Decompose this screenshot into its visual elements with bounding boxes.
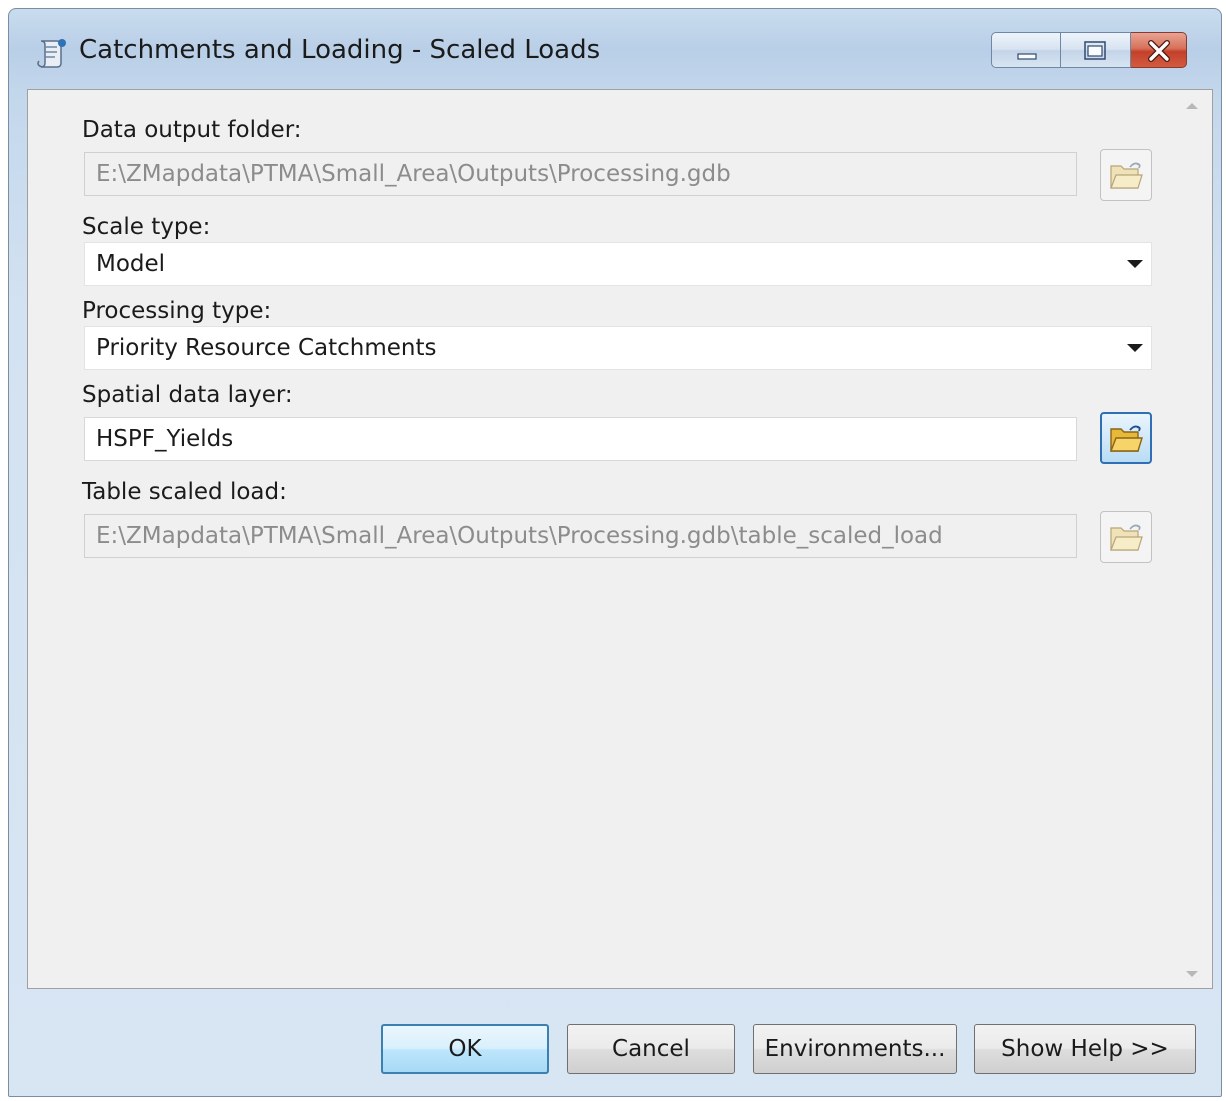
data-output-folder-browse-button: [1100, 149, 1152, 201]
minimize-icon: [1017, 53, 1037, 60]
table-scaled-load-field: E:\ZMapdata\PTMA\Small_Area\Outputs\Proc…: [84, 514, 1077, 558]
cancel-button[interactable]: Cancel: [567, 1024, 735, 1074]
spatial-data-layer-field[interactable]: HSPF_Yields: [84, 417, 1077, 461]
processing-type-dropdown[interactable]: Priority Resource Catchments: [84, 326, 1152, 370]
spatial-data-layer-browse-button[interactable]: [1100, 412, 1152, 464]
scale-type-label: Scale type:: [82, 214, 211, 240]
maximize-button[interactable]: [1061, 32, 1131, 68]
scale-type-value: Model: [96, 251, 166, 277]
open-folder-icon: [1109, 425, 1143, 452]
minimize-button[interactable]: [991, 32, 1061, 68]
ok-button[interactable]: OK: [381, 1024, 549, 1074]
chevron-down-icon[interactable]: [1127, 344, 1143, 352]
window-title: Catchments and Loading - Scaled Loads: [79, 35, 601, 65]
data-output-folder-label: Data output folder:: [82, 117, 302, 143]
close-icon: [1148, 40, 1170, 62]
table-scaled-load-label: Table scaled load:: [82, 479, 287, 505]
spatial-data-layer-label: Spatial data layer:: [82, 382, 293, 408]
caption-buttons: [991, 32, 1187, 70]
maximize-icon: [1084, 41, 1106, 60]
close-button[interactable]: [1131, 32, 1187, 68]
show-help-button[interactable]: Show Help >>: [974, 1024, 1196, 1074]
processing-type-value: Priority Resource Catchments: [96, 335, 437, 361]
table-scaled-load-browse-button: [1100, 511, 1152, 563]
data-output-folder-field: E:\ZMapdata\PTMA\Small_Area\Outputs\Proc…: [84, 152, 1077, 196]
scale-type-dropdown[interactable]: Model: [84, 242, 1152, 286]
open-folder-icon: [1110, 162, 1143, 189]
scroll-down-arrow-icon[interactable]: [1185, 969, 1199, 979]
toolbox-script-icon: [35, 37, 69, 69]
chevron-down-icon[interactable]: [1127, 260, 1143, 268]
open-folder-icon: [1110, 524, 1143, 551]
processing-type-label: Processing type:: [82, 298, 272, 324]
title-bar[interactable]: Catchments and Loading - Scaled Loads: [9, 9, 1221, 89]
environments-button[interactable]: Environments...: [753, 1024, 957, 1074]
dialog-window: Catchments and Loading - Scaled Loads Da…: [8, 8, 1222, 1097]
scroll-up-arrow-icon[interactable]: [1185, 101, 1199, 111]
